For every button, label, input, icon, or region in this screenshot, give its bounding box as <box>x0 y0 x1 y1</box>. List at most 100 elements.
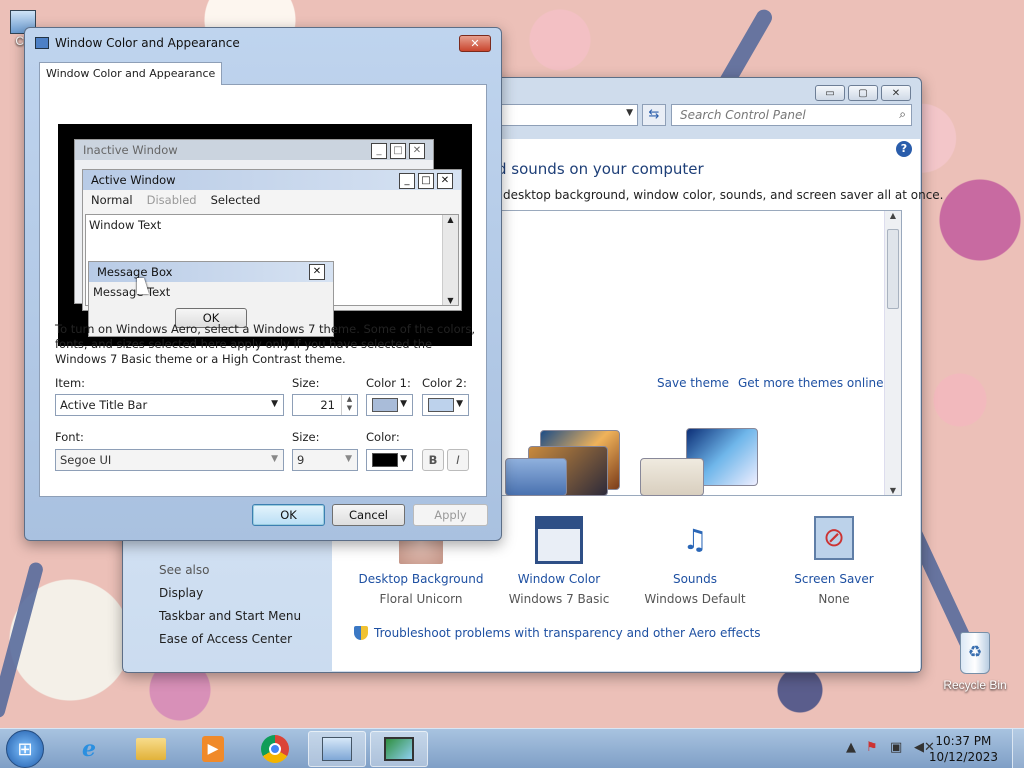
font-color-swatch <box>372 453 398 467</box>
font-color-label: Color: <box>366 430 400 444</box>
scrollbar-thumb[interactable] <box>887 229 899 309</box>
dialog-ok-button[interactable]: OK <box>252 504 325 526</box>
show-hidden-icons-icon[interactable]: ▲ <box>846 740 856 755</box>
network-icon[interactable]: ▣ <box>890 740 902 755</box>
chevron-down-icon: ▼ <box>400 454 407 464</box>
save-theme-link[interactable]: Save theme <box>657 376 729 390</box>
menu-normal[interactable]: Normal <box>91 193 133 207</box>
menu-disabled[interactable]: Disabled <box>147 193 197 207</box>
taskbar-media-player[interactable]: ▶ <box>184 731 242 767</box>
taskbar-personalization[interactable] <box>370 731 428 767</box>
item-select[interactable]: Active Title Bar ▼ <box>55 394 284 416</box>
dialog-icon <box>35 37 49 49</box>
dialog-close-button[interactable]: ✕ <box>459 35 491 52</box>
italic-button[interactable]: I <box>447 449 469 471</box>
menu-selected[interactable]: Selected <box>211 193 261 207</box>
help-button[interactable]: ? <box>896 141 912 157</box>
item-value: Active Title Bar <box>60 398 148 412</box>
dialog-apply-button[interactable]: Apply <box>413 504 488 526</box>
troubleshoot-link[interactable]: Troubleshoot problems with transparency … <box>374 626 761 640</box>
font-select[interactable]: Segoe UI ▼ <box>55 449 284 471</box>
item-label: Item: <box>55 376 86 390</box>
window-color-tile[interactable]: Window Color Windows 7 Basic <box>489 516 629 606</box>
scroll-up-icon[interactable]: ▲ <box>885 211 901 220</box>
see-also-display-link[interactable]: Display <box>159 586 203 600</box>
tile-label: Screen Saver <box>794 572 874 586</box>
see-also-taskbar-link[interactable]: Taskbar and Start Menu <box>159 609 301 623</box>
theme-list-scrollbar[interactable]: ▲ ▼ <box>884 211 901 495</box>
chevron-down-icon: ▼ <box>345 454 352 464</box>
minimize-button[interactable]: ▭ <box>815 85 845 101</box>
aero-note: To turn on Windows Aero, select a Window… <box>55 322 476 366</box>
dialog-cancel-button[interactable]: Cancel <box>332 504 405 526</box>
taskbar-clock[interactable]: 10:37 PM 10/12/2023 <box>929 733 998 765</box>
sounds-tile[interactable]: ♫ Sounds Windows Default <box>625 516 765 606</box>
folder-icon <box>136 738 166 760</box>
font-color-picker[interactable]: ▼ <box>366 449 413 471</box>
chrome-icon <box>261 735 289 763</box>
see-also-ease-link[interactable]: Ease of Access Center <box>159 632 292 646</box>
stepper-icon[interactable]: ▲ ▼ <box>341 395 357 415</box>
search-placeholder: Search Control Panel <box>680 108 806 122</box>
tab-window-color[interactable]: Window Color and Appearance <box>39 62 223 85</box>
theme-thumbnail[interactable] <box>640 458 704 496</box>
show-desktop-button[interactable] <box>1012 729 1024 768</box>
personalization-icon <box>384 737 414 761</box>
font-value: Segoe UI <box>60 453 112 467</box>
taskbar-chrome[interactable] <box>246 731 304 767</box>
page-heading: d sounds on your computer <box>497 160 704 178</box>
maximize-icon: □ <box>390 142 406 159</box>
color1-picker[interactable]: ▼ <box>366 394 413 416</box>
appearance-preview[interactable]: Inactive Window _ □ ✕ Active Window _ □ ✕ Norm… <box>58 124 472 346</box>
taskbar-explorer[interactable] <box>122 731 180 767</box>
chevron-down-icon[interactable]: ▼ <box>626 108 633 118</box>
minimize-icon: _ <box>399 172 415 189</box>
close-button[interactable]: ✕ <box>881 85 911 101</box>
font-size-value: 9 <box>297 453 305 467</box>
taskbar-control-panel[interactable] <box>308 731 366 767</box>
message-box-title: Message Box <box>97 265 173 279</box>
size-value: 21 <box>320 398 335 412</box>
maximize-button[interactable]: ▢ <box>848 85 878 101</box>
windows-logo-icon: ⊞ <box>17 738 33 760</box>
message-text: Message Text <box>93 285 171 299</box>
tile-label: Desktop Background <box>358 572 484 586</box>
search-input[interactable]: Search Control Panel ⌕ <box>671 104 912 126</box>
dialog-title: Window Color and Appearance <box>55 36 240 50</box>
get-more-themes-link[interactable]: Get more themes online <box>738 376 884 390</box>
wallpaper-branch <box>0 560 45 720</box>
mouse-cursor-icon <box>137 278 149 294</box>
taskbar-ie[interactable]: e <box>60 731 118 767</box>
taskbar: ⊞ e ▶ ▲ ⚑ ▣ ◀✕ 10:37 PM 10/12/2023 <box>0 728 1024 768</box>
shield-icon <box>354 626 368 640</box>
font-size-select[interactable]: 9 ▼ <box>292 449 358 471</box>
tile-sub: Windows Default <box>644 592 746 606</box>
refresh-button[interactable]: ⇆ <box>642 104 666 126</box>
media-player-icon: ▶ <box>202 736 224 762</box>
recycle-bin-icon: ♻ <box>960 632 990 674</box>
help-icon: ? <box>900 142 908 155</box>
recycle-bin-desktop-icon[interactable]: ♻ Recycle Bin <box>940 632 1010 692</box>
size-label: Size: <box>292 376 320 390</box>
search-icon[interactable]: ⌕ <box>899 107 906 122</box>
close-icon: ✕ <box>437 172 453 189</box>
screen-saver-tile[interactable]: ⊘ Screen Saver None <box>764 516 904 606</box>
refresh-icon: ⇆ <box>648 107 660 122</box>
action-center-icon[interactable]: ⚑ <box>866 740 878 755</box>
preview-scrollbar[interactable]: ▲ ▼ <box>442 215 458 305</box>
active-window-title: Active Window <box>91 173 176 187</box>
page-subheading: desktop background, window color, sounds… <box>503 188 944 202</box>
close-icon: ✕ <box>409 142 425 159</box>
control-panel-icon <box>322 737 352 761</box>
chevron-down-icon: ▼ <box>271 454 278 464</box>
color2-label: Color 2: <box>422 376 467 390</box>
tile-sub: Floral Unicorn <box>379 592 463 606</box>
sounds-icon: ♫ <box>682 523 708 556</box>
theme-thumbnail[interactable] <box>505 458 567 496</box>
scroll-down-icon[interactable]: ▼ <box>885 486 901 495</box>
bold-button[interactable]: B <box>422 449 444 471</box>
size-stepper[interactable]: 21 ▲ ▼ <box>292 394 358 416</box>
color2-picker[interactable]: ▼ <box>422 394 469 416</box>
tile-sub: Windows 7 Basic <box>508 592 610 606</box>
start-button[interactable]: ⊞ <box>6 730 44 768</box>
